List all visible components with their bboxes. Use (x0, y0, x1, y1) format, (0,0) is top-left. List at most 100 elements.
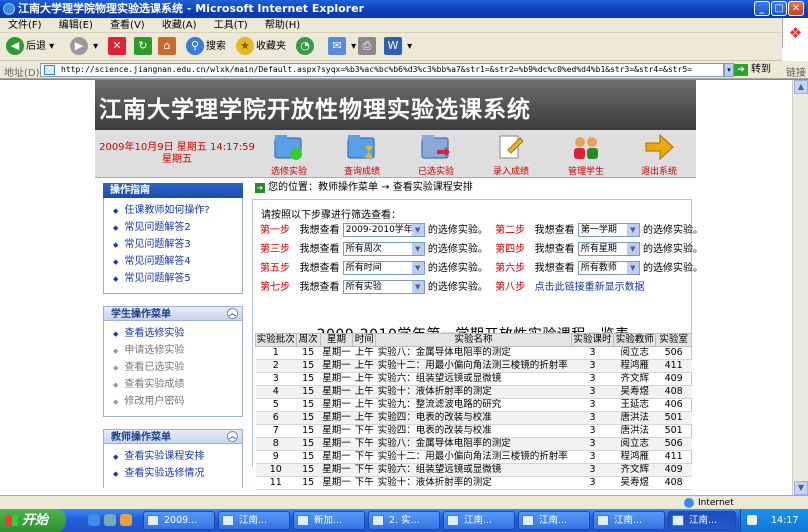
cell-name: 实验九：整流滤波电路的研究 (375, 398, 572, 412)
weekday-select[interactable]: 所有星期 ▼ (577, 242, 640, 256)
schedule-table: 实验批次 周次 星期 时间 实验名称 实验课时 实验教师 实验室 1 15 星期一上… (255, 333, 692, 490)
edit-button[interactable]: W ▾ (384, 37, 412, 57)
start-button[interactable]: 开始 (0, 509, 66, 532)
network-icon[interactable] (747, 515, 757, 525)
cell-hours: 3 (571, 359, 614, 373)
forward-button[interactable]: ▶ ▾ (70, 37, 98, 57)
cell-batch: 3 (255, 372, 297, 386)
printer-icon: ⎙ (358, 37, 376, 55)
table-row: 8 15 星期一 下午 实验八：金属导体电阻率的测定 3 阅立志 506 (255, 437, 692, 451)
task-button[interactable]: 江南... (443, 511, 515, 530)
scroll-up-arrow[interactable]: ▲ (794, 80, 808, 94)
home-button[interactable]: ⌂ (158, 37, 178, 57)
student-item-apply-elective[interactable]: ◆ 申请选修实验 (104, 342, 242, 359)
nav-query-scores[interactable]: 查询成绩 (331, 132, 393, 177)
menu-tools[interactable]: 工具(T) (214, 20, 248, 31)
folder-quicklaunch-icon[interactable] (120, 514, 132, 526)
search-icon: ⚲ (186, 37, 204, 55)
cell-batch: 10 (255, 463, 297, 477)
home-icon: ⌂ (158, 37, 176, 55)
collapse-icon[interactable]: ︿ (227, 431, 238, 442)
history-button[interactable]: ◔ (296, 37, 316, 57)
cell-hours: 3 (571, 398, 614, 412)
student-menu-header[interactable]: 学生操作菜单 ︿ (103, 306, 243, 321)
refresh-button[interactable]: ↻ (134, 37, 154, 57)
cell-lab: 411 (655, 450, 692, 464)
col-header: 实验课时 (570, 333, 615, 347)
guide-item-faq4[interactable]: ◆ 常见问题解答4 (104, 253, 242, 270)
nav-select-experiment[interactable]: 选修实验 (258, 132, 320, 177)
nav-manage-students[interactable]: 管理学生 (555, 132, 617, 177)
task-button[interactable]: 江南... (593, 511, 665, 530)
back-arrow-icon: ◀ (6, 37, 24, 55)
task-button[interactable]: 2. 实... (368, 511, 440, 530)
mail-button[interactable]: ✉ ▾ (328, 37, 356, 57)
cell-hours: 3 (571, 385, 614, 399)
task-button[interactable]: 江南... (218, 511, 290, 530)
toolbar: ◀ 后退 ▾ ▶ ▾ ✕ ↻ ⌂ ⚲ 搜索 ★ 收藏夹 ◔ ✉ ▾ ⎙ W ▾ (0, 33, 782, 61)
maximize-button[interactable]: □ (771, 1, 787, 16)
student-item-view-scores[interactable]: ◆ 查看实验成绩 (104, 376, 242, 393)
menu-help[interactable]: 帮助(H) (265, 20, 300, 31)
desktop-quicklaunch-icon[interactable] (104, 514, 116, 526)
address-dropdown-button[interactable]: ▾ (724, 63, 734, 77)
task-button[interactable]: 2009... (143, 511, 215, 530)
windows-logo-icon: ❖ (782, 18, 808, 48)
bullet-icon: ◆ (113, 347, 119, 355)
guide-item-faq3[interactable]: ◆ 常见问题解答3 (104, 236, 242, 253)
student-item-change-password[interactable]: ◆ 修改用户密码 (104, 393, 242, 410)
week-select[interactable]: 所有周次 ▼ (342, 242, 425, 256)
favorites-button[interactable]: ★ 收藏夹 (236, 37, 286, 57)
back-button[interactable]: ◀ 后退 ▾ (6, 37, 54, 57)
cell-time: 上午 (352, 359, 376, 373)
year-select[interactable]: 2009-2010学年 ▼ (342, 223, 425, 237)
ie-quicklaunch-icon[interactable] (88, 514, 100, 526)
stop-button[interactable]: ✕ (108, 37, 128, 57)
student-item-view-electives[interactable]: ◆ 查看选修实验 (104, 325, 242, 342)
search-button[interactable]: ⚲ 搜索 (186, 37, 226, 57)
teacher-select[interactable]: 所有教师 ▼ (577, 261, 640, 275)
student-item-view-selected[interactable]: ◆ 查看已选实验 (104, 359, 242, 376)
guide-item-teacher-howto[interactable]: ◆ 任课教师如何操作? (104, 202, 242, 219)
guide-item-faq2[interactable]: ◆ 常见问题解答2 (104, 219, 242, 236)
cell-weekday: 星期一 (320, 359, 353, 373)
print-button[interactable]: ⎙ (358, 37, 378, 57)
cell-teacher: 阅立志 (613, 346, 656, 360)
table-row: 5 15 星期一 上午 实验九：整流滤波电路的研究 3 王延志 406 (255, 398, 692, 412)
task-button[interactable]: 新加... (293, 511, 365, 530)
nav-selected-experiments[interactable]: 已选实验 (405, 132, 467, 177)
menu-favorites[interactable]: 收藏(A) (162, 20, 197, 31)
teacher-menu-header[interactable]: 教师操作菜单 ︿ (103, 429, 243, 444)
go-button[interactable]: ➔ 转到 (734, 63, 771, 77)
refresh-data-link[interactable]: 点击此链接重新显示数据 (535, 282, 645, 293)
vertical-scrollbar[interactable]: ▲ ▼ (792, 80, 808, 495)
filter-row-2: 第三步 我想查看 所有周次 ▼ 的选修实验。 第四步 我想查看 所有星期 ▼ 的选修… (260, 242, 704, 256)
minimize-button[interactable]: _ (754, 1, 770, 16)
cell-hours: 3 (571, 346, 614, 360)
address-input[interactable]: http://science.jiangnan.edu.cn/wlxk/main… (40, 63, 724, 77)
nav-exit-system[interactable]: 退出系统 (628, 132, 690, 177)
semester-select[interactable]: 第一学期 ▼ (577, 223, 640, 237)
cell-week: 15 (296, 437, 321, 451)
cell-name: 实验八：金属导体电阻率的测定 (375, 437, 572, 451)
close-button[interactable]: ✕ (788, 1, 804, 16)
menu-edit[interactable]: 编辑(E) (59, 20, 93, 31)
nav-enter-scores[interactable]: 录入成绩 (480, 132, 542, 177)
globe-icon (684, 498, 694, 508)
app-icon (597, 515, 609, 526)
menu-file[interactable]: 文件(F) (8, 20, 42, 31)
teacher-item-elective-status[interactable]: ◆ 查看实验选修情况 (104, 465, 242, 482)
links-label[interactable]: 链接 (786, 64, 806, 79)
experiment-select[interactable]: 所有实验 ▼ (342, 280, 425, 294)
guide-item-faq5[interactable]: ◆ 常见问题解答5 (104, 270, 242, 287)
menu-view[interactable]: 查看(V) (110, 20, 145, 31)
task-button-active[interactable]: 江南... (668, 511, 736, 530)
cell-time: 下午 (352, 450, 376, 464)
cell-teacher: 吴寿煜 (613, 476, 656, 490)
collapse-icon[interactable]: ︿ (227, 308, 238, 319)
teacher-item-course-schedule[interactable]: ◆ 查看实验课程安排 (104, 448, 242, 465)
app-icon (222, 515, 234, 526)
task-button[interactable]: 江南... (518, 511, 590, 530)
time-select[interactable]: 所有时间 ▼ (342, 261, 425, 275)
scroll-down-arrow[interactable]: ▼ (794, 481, 808, 495)
